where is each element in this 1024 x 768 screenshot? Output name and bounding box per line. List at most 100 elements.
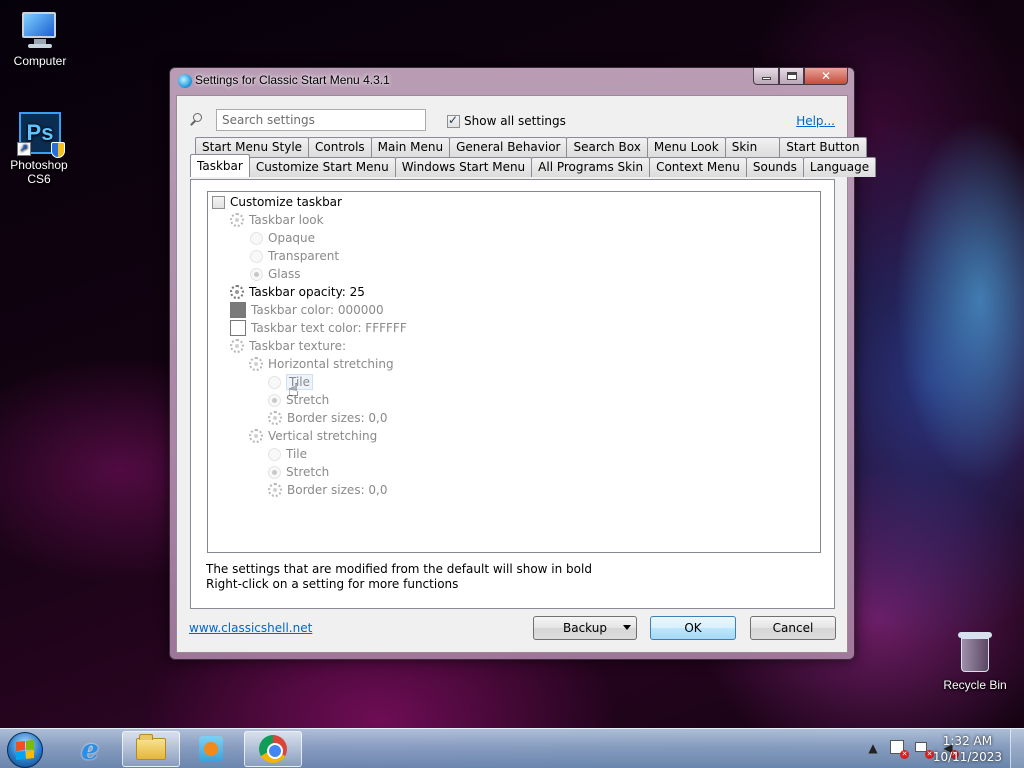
tab-all-programs-skin[interactable]: All Programs Skin — [531, 157, 651, 177]
tree-item-v-border-sizes[interactable]: Border sizes: 0,0 — [268, 481, 388, 499]
settings-tree[interactable]: Customize taskbar Taskbar look Opaque Tr… — [207, 191, 821, 553]
tree-item-glass[interactable]: Glass — [250, 265, 301, 283]
show-hidden-icons-button[interactable]: ▲ — [865, 740, 881, 756]
taskbar-internet-explorer[interactable]: e — [61, 731, 119, 767]
tab-main-menu[interactable]: Main Menu — [370, 137, 451, 157]
cancel-button[interactable]: Cancel — [750, 616, 836, 640]
tree-item-label: Taskbar color: 000000 — [251, 303, 384, 317]
tree-item-opaque[interactable]: Opaque — [250, 229, 315, 247]
tree-item-label: Taskbar look — [249, 213, 324, 227]
taskbar-tab-panel: Customize taskbar Taskbar look Opaque Tr… — [190, 179, 835, 609]
backup-button[interactable]: Backup — [533, 616, 637, 640]
radio-v-stretch[interactable] — [268, 465, 281, 479]
window-title: Settings for Classic Start Menu 4.3.1 — [195, 73, 390, 87]
tree-item-customize-taskbar[interactable]: Customize taskbar — [212, 193, 342, 211]
desktop-icon-label: Recycle Bin — [943, 678, 1007, 692]
tree-item-h-stretch[interactable]: Stretch — [268, 391, 329, 409]
taskbar-file-explorer[interactable] — [122, 731, 180, 767]
action-center-icon[interactable]: ✕ — [890, 740, 909, 759]
setting-gear-icon — [249, 429, 263, 443]
tree-item-label: Opaque — [268, 231, 316, 245]
desktop-icon-recycle-bin[interactable]: Recycle Bin — [935, 632, 1015, 692]
ok-button[interactable]: OK — [650, 616, 736, 640]
tab-row-2: Taskbar Customize Start Menu Windows Sta… — [190, 154, 877, 177]
info-text-right-click: Right-click on a setting for more functi… — [206, 577, 459, 591]
tree-item-label: Vertical stretching — [268, 429, 378, 443]
tab-language[interactable]: Language — [802, 157, 877, 177]
radio-opaque[interactable] — [250, 231, 263, 245]
maximize-icon — [786, 72, 797, 80]
caption-buttons: ✕ — [753, 68, 848, 85]
setting-gear-icon — [230, 213, 244, 227]
tree-item-taskbar-color[interactable]: Taskbar color: 000000 — [230, 301, 384, 319]
recycle-bin-icon — [958, 632, 992, 674]
tab-general-behavior[interactable]: General Behavior — [449, 137, 568, 157]
tab-context-menu[interactable]: Context Menu — [649, 157, 747, 177]
tree-item-label: Transparent — [268, 249, 340, 263]
tab-search-box[interactable]: Search Box — [566, 137, 648, 157]
tree-item-label: Tile — [286, 374, 314, 390]
start-button[interactable] — [7, 732, 43, 768]
radio-v-tile[interactable] — [268, 447, 281, 461]
tree-item-v-tile[interactable]: Tile — [268, 445, 307, 463]
maximize-button[interactable] — [779, 68, 804, 85]
photoshop-icon: Ps ↗ — [17, 112, 65, 158]
radio-h-stretch[interactable] — [268, 393, 281, 407]
tree-item-label: Stretch — [286, 393, 330, 407]
tree-item-h-tile[interactable]: Tile — [268, 373, 314, 391]
search-input[interactable] — [216, 109, 426, 131]
taskbar-chrome[interactable] — [244, 731, 302, 767]
tree-item-v-stretch[interactable]: Stretch — [268, 463, 329, 481]
ok-button-label: OK — [684, 621, 702, 635]
tree-item-vertical-stretching[interactable]: Vertical stretching — [249, 427, 377, 445]
website-link[interactable]: www.classicshell.net — [189, 621, 312, 635]
clock-time: 1:32 AM — [942, 734, 993, 748]
tab-windows-start-menu[interactable]: Windows Start Menu — [394, 157, 533, 177]
file-explorer-icon — [136, 734, 166, 760]
setting-gear-icon — [230, 285, 244, 299]
tree-item-label: Border sizes: 0,0 — [287, 411, 388, 425]
computer-icon — [18, 10, 62, 50]
tree-item-taskbar-opacity[interactable]: Taskbar opacity: 25 — [230, 283, 365, 301]
tab-skin[interactable]: Skin — [724, 137, 781, 157]
show-all-settings-checkbox[interactable]: Show all settings — [447, 113, 566, 128]
minimize-button[interactable] — [753, 68, 779, 85]
tree-item-transparent[interactable]: Transparent — [250, 247, 339, 265]
clock[interactable]: 1:32 AM 10/11/2023 — [933, 733, 1002, 765]
close-button[interactable]: ✕ — [804, 68, 848, 85]
chrome-icon — [259, 735, 287, 763]
tab-start-button[interactable]: Start Button — [779, 137, 867, 157]
radio-glass[interactable] — [250, 267, 263, 281]
tree-item-horizontal-stretching[interactable]: Horizontal stretching — [249, 355, 394, 373]
tab-sounds[interactable]: Sounds — [745, 157, 804, 177]
radio-transparent[interactable] — [250, 249, 263, 263]
tree-item-label: Border sizes: 0,0 — [287, 483, 388, 497]
network-icon[interactable]: ✕ — [915, 740, 934, 759]
tab-taskbar[interactable]: Taskbar — [190, 154, 250, 177]
setting-gear-icon — [268, 411, 282, 425]
info-text-modified: The settings that are modified from the … — [206, 562, 592, 576]
tab-menu-look[interactable]: Menu Look — [646, 137, 726, 157]
dialog-client: Show all settings Help... Start Menu Sty… — [176, 95, 877, 653]
tree-item-taskbar-texture[interactable]: Taskbar texture: — [230, 337, 346, 355]
radio-h-tile[interactable] — [268, 375, 281, 389]
tree-item-label: Customize taskbar — [230, 195, 342, 209]
help-link[interactable]: Help... — [796, 114, 835, 128]
desktop-icon-computer[interactable]: Computer — [0, 10, 80, 68]
show-desktop-button[interactable] — [1010, 729, 1024, 768]
tree-item-taskbar-text-color[interactable]: Taskbar text color: FFFFFF — [230, 319, 407, 337]
color-swatch — [230, 302, 246, 318]
tree-item-taskbar-look[interactable]: Taskbar look — [230, 211, 324, 229]
tree-item-label: Glass — [268, 267, 301, 281]
customize-taskbar-checkbox[interactable] — [212, 195, 225, 209]
desktop-icon-photoshop[interactable]: Ps ↗ Photoshop CS6 — [0, 112, 80, 186]
setting-gear-icon — [268, 483, 282, 497]
tab-customize-start-menu[interactable]: Customize Start Menu — [248, 157, 396, 177]
tab-controls[interactable]: Controls — [308, 137, 372, 157]
title-bar[interactable]: Settings for Classic Start Menu 4.3.1 ✕ — [170, 68, 854, 94]
cancel-button-label: Cancel — [772, 621, 814, 635]
checkbox-box[interactable] — [447, 113, 460, 128]
tree-item-label: Taskbar texture: — [249, 339, 347, 353]
tree-item-h-border-sizes[interactable]: Border sizes: 0,0 — [268, 409, 388, 427]
taskbar-media-player[interactable] — [182, 731, 240, 767]
